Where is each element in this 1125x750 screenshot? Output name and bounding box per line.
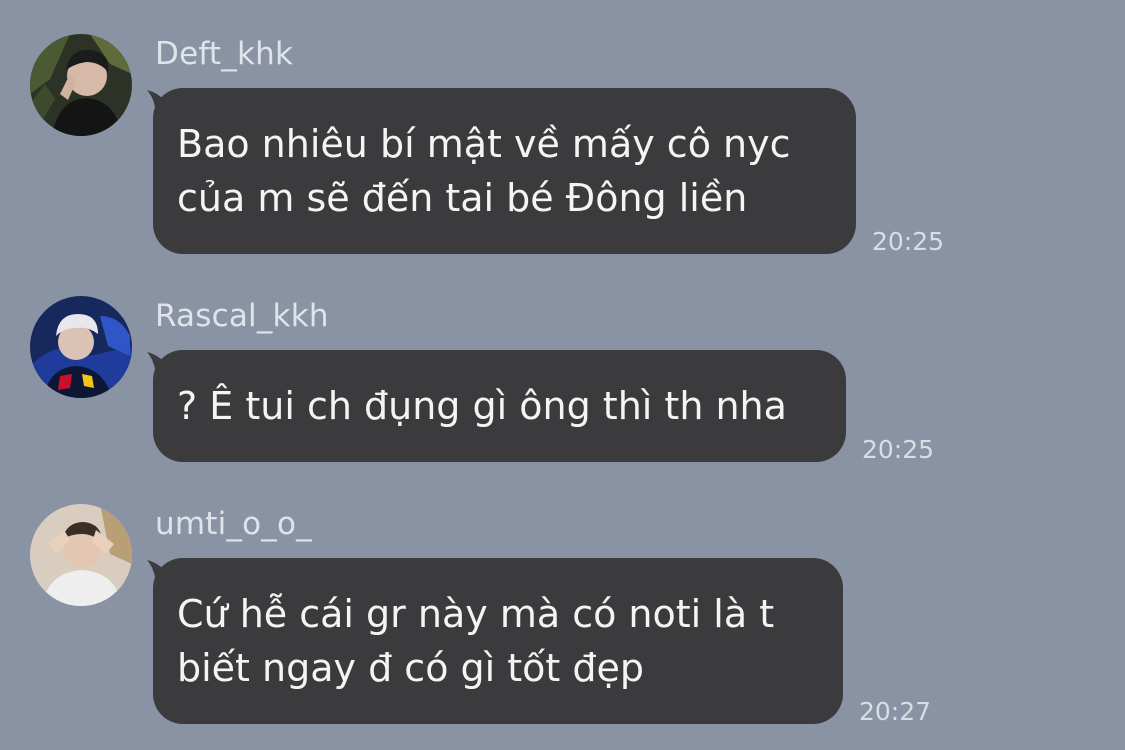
avatar[interactable] <box>30 296 132 398</box>
sender-name[interactable]: Rascal_kkh <box>155 298 329 334</box>
sender-name[interactable]: umti_o_o_ <box>155 506 312 542</box>
chat-thread[interactable]: Deft_khk Bao nhiêu bí mật về mấy cô nyc … <box>0 0 1125 750</box>
message-text-line: Cứ hễ cái gr này mà có noti là t <box>177 592 775 636</box>
avatar[interactable] <box>30 504 132 606</box>
profile-photo-icon <box>30 504 132 606</box>
message-text-line: biết ngay đ có gì tốt đẹp <box>177 646 645 690</box>
avatar[interactable] <box>30 34 132 136</box>
message-text-line: ? Ê tui ch đụng gì ông thì th nha <box>177 384 787 428</box>
message-bubble[interactable]: Bao nhiêu bí mật về mấy cô nyc của m sẽ … <box>153 88 856 254</box>
profile-photo-icon <box>30 34 132 136</box>
message-text-line: của m sẽ đến tai bé Đông liền <box>177 176 748 220</box>
profile-photo-icon <box>30 296 132 398</box>
message-text-line: Bao nhiêu bí mật về mấy cô nyc <box>177 122 791 166</box>
sender-name[interactable]: Deft_khk <box>155 36 293 72</box>
message-bubble[interactable]: Cứ hễ cái gr này mà có noti là t biết ng… <box>153 558 843 724</box>
message-timestamp: 20:27 <box>859 697 932 726</box>
message-bubble[interactable]: ? Ê tui ch đụng gì ông thì th nha <box>153 350 846 462</box>
message-timestamp: 20:25 <box>862 435 935 464</box>
message-timestamp: 20:25 <box>872 227 945 256</box>
